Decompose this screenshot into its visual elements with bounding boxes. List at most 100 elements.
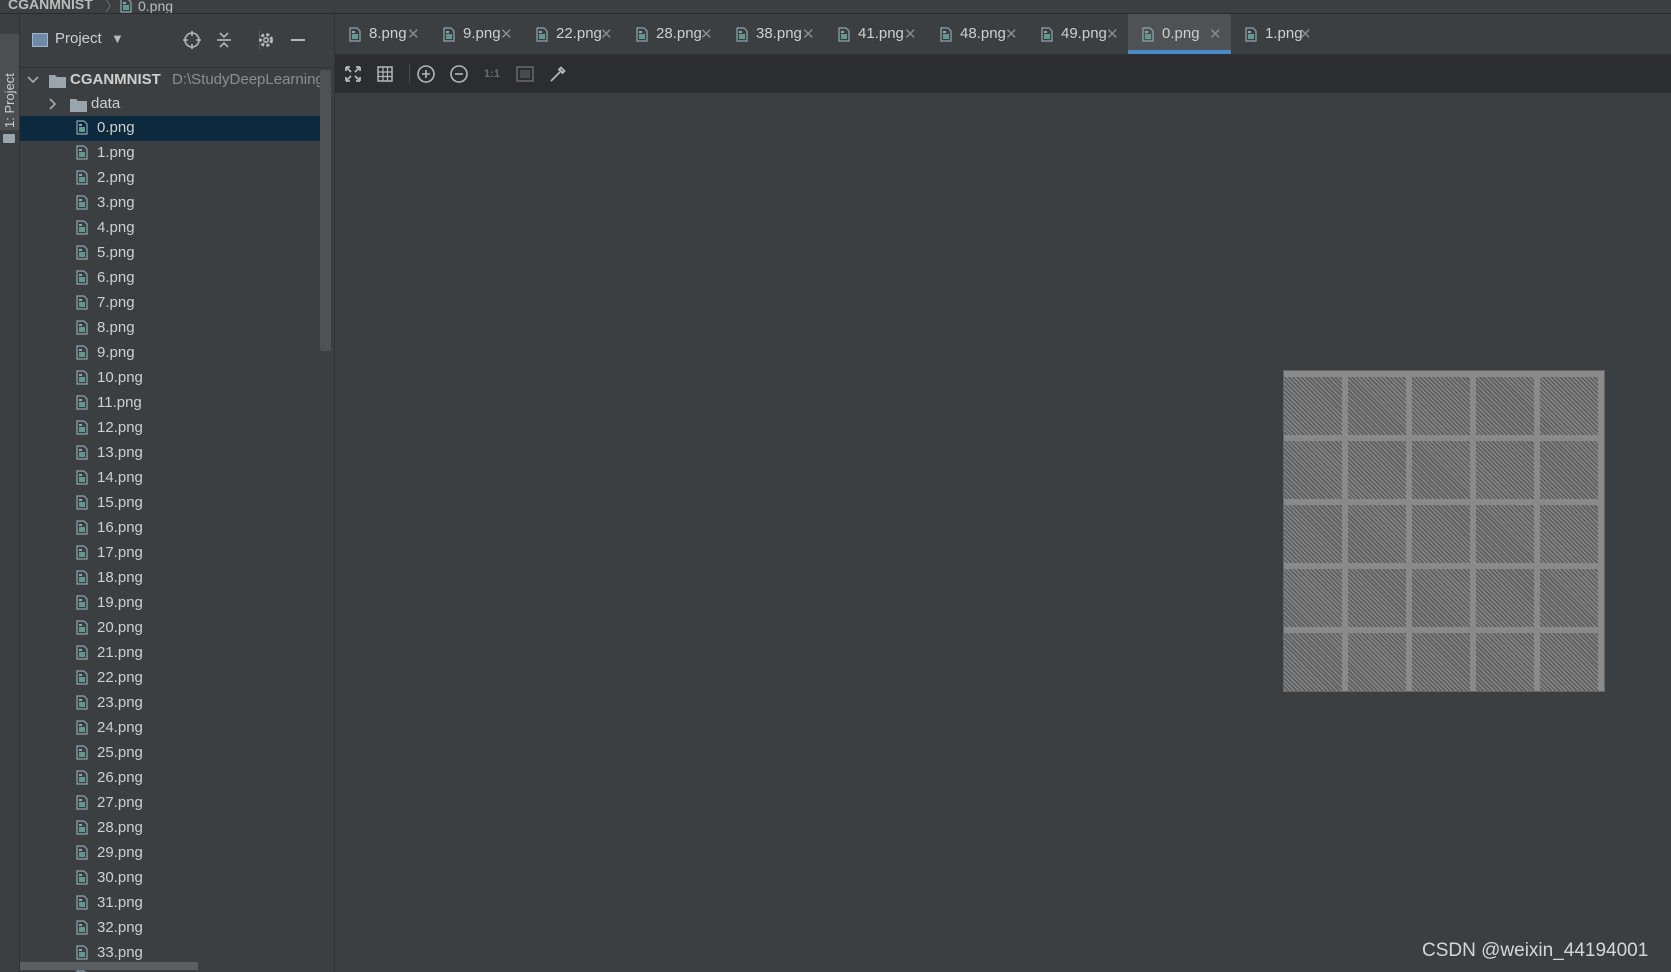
tree-file-label: 22.png <box>97 669 143 686</box>
png-file-icon <box>636 27 648 42</box>
tree-file-label: 31.png <box>97 894 143 911</box>
tree-file-item[interactable]: 8.png <box>20 316 320 341</box>
fit-to-window-icon[interactable] <box>341 62 365 86</box>
png-file-icon <box>76 720 88 735</box>
tree-file-item[interactable]: 25.png <box>20 741 320 766</box>
close-icon[interactable]: ✕ <box>407 25 420 43</box>
tree-root-cganmnist[interactable]: CGANMNIST D:\StudyDeepLearning\ <box>20 68 328 93</box>
chevron-down-icon[interactable]: ▼ <box>111 31 124 46</box>
tree-file-item[interactable]: 24.png <box>20 716 320 741</box>
editor-tab[interactable]: 49.png ✕ <box>1027 14 1128 54</box>
png-file-icon <box>76 145 88 160</box>
chevron-down-icon[interactable] <box>26 71 40 89</box>
tree-file-item[interactable]: 30.png <box>20 866 320 891</box>
background-icon[interactable] <box>513 62 537 86</box>
close-icon[interactable]: ✕ <box>1299 25 1312 43</box>
close-icon[interactable]: ✕ <box>1209 25 1222 43</box>
tree-file-item[interactable]: 14.png <box>20 466 320 491</box>
breadcrumb-file-label: 0.png <box>138 0 174 14</box>
tree-file-item[interactable]: 22.png <box>20 666 320 691</box>
tree-file-item[interactable]: 29.png <box>20 841 320 866</box>
tree-file-item[interactable]: 31.png <box>20 891 320 916</box>
tree-file-item[interactable]: 6.png <box>20 266 320 291</box>
project-view-selector[interactable]: Project <box>55 30 102 47</box>
tree-file-item[interactable]: 2.png <box>20 166 320 191</box>
editor-tab[interactable]: 1.png ✕ <box>1231 14 1321 54</box>
breadcrumb-file[interactable]: 0.png <box>120 0 174 14</box>
tree-file-label: 5.png <box>97 244 135 261</box>
grid-icon[interactable] <box>373 62 397 86</box>
zoom-out-icon[interactable] <box>447 62 471 86</box>
tree-file-item[interactable]: 21.png <box>20 641 320 666</box>
tree-file-item[interactable]: 15.png <box>20 491 320 516</box>
tab-label: 22.png <box>556 25 602 42</box>
png-file-icon <box>76 295 88 310</box>
hide-icon[interactable] <box>286 28 310 52</box>
tree-file-item[interactable]: 9.png <box>20 341 320 366</box>
png-file-icon <box>76 795 88 810</box>
png-file-icon <box>76 370 88 385</box>
collapse-all-icon[interactable] <box>212 28 236 52</box>
tree-file-item[interactable]: 16.png <box>20 516 320 541</box>
tree-file-item[interactable]: 11.png <box>20 391 320 416</box>
breadcrumb-root[interactable]: CGANMNIST <box>8 0 93 12</box>
horizontal-scrollbar[interactable] <box>20 962 198 970</box>
tree-file-item[interactable]: 17.png <box>20 541 320 566</box>
tab-label: 1.png <box>1265 25 1303 42</box>
close-icon[interactable]: ✕ <box>1106 25 1119 43</box>
tree-file-label: 4.png <box>97 219 135 236</box>
editor-tab[interactable]: 38.png ✕ <box>722 14 824 54</box>
settings-gear-icon[interactable] <box>254 28 278 52</box>
editor-tab[interactable]: 41.png ✕ <box>824 14 926 54</box>
tree-file-item[interactable]: 5.png <box>20 241 320 266</box>
png-file-icon <box>76 920 88 935</box>
tree-file-item[interactable]: 12.png <box>20 416 320 441</box>
project-tool-window-button[interactable]: 1: Project <box>0 34 19 143</box>
actual-size-label: 1:1 <box>484 68 500 80</box>
editor-tab[interactable]: 0.png ✕ <box>1128 14 1231 54</box>
locate-icon[interactable] <box>180 28 204 52</box>
tab-label: 28.png <box>656 25 702 42</box>
editor-tab[interactable]: 8.png ✕ <box>335 14 429 54</box>
image-viewer-toolbar: 1:1 <box>335 55 1671 93</box>
close-icon[interactable]: ✕ <box>1005 25 1018 43</box>
tree-file-item[interactable]: 18.png <box>20 566 320 591</box>
png-file-icon <box>76 595 88 610</box>
chevron-right-icon[interactable] <box>46 95 60 113</box>
editor-tab[interactable]: 22.png ✕ <box>522 14 622 54</box>
tree-file-label: 24.png <box>97 719 143 736</box>
tree-file-item[interactable]: 32.png <box>20 916 320 941</box>
close-icon[interactable]: ✕ <box>802 25 815 43</box>
png-file-icon <box>76 620 88 635</box>
project-panel: Project ▼ CGANMNIST D:\StudyDeepLearning… <box>20 14 335 972</box>
tree-file-item[interactable]: 28.png <box>20 816 320 841</box>
close-icon[interactable]: ✕ <box>904 25 917 43</box>
png-file-icon <box>76 420 88 435</box>
color-picker-icon[interactable] <box>546 62 570 86</box>
editor-tab[interactable]: 28.png ✕ <box>622 14 722 54</box>
close-icon[interactable]: ✕ <box>700 25 713 43</box>
tree-file-item[interactable]: 27.png <box>20 791 320 816</box>
tree-file-item[interactable]: 23.png <box>20 691 320 716</box>
tree-file-item[interactable]: 1.png <box>20 141 320 166</box>
png-file-icon <box>1245 27 1257 42</box>
tree-file-label: 16.png <box>97 519 143 536</box>
actual-size-icon[interactable]: 1:1 <box>480 62 504 86</box>
tree-file-item[interactable]: 20.png <box>20 616 320 641</box>
tree-file-item[interactable]: 0.png <box>20 116 320 141</box>
tree-file-item[interactable]: 13.png <box>20 441 320 466</box>
tree-file-item[interactable]: 26.png <box>20 766 320 791</box>
editor-tab[interactable]: 48.png ✕ <box>926 14 1027 54</box>
close-icon[interactable]: ✕ <box>600 25 613 43</box>
tree-file-label: 15.png <box>97 494 143 511</box>
tree-file-item[interactable]: 10.png <box>20 366 320 391</box>
tree-file-item[interactable]: 4.png <box>20 216 320 241</box>
tree-file-item[interactable]: 19.png <box>20 591 320 616</box>
close-icon[interactable]: ✕ <box>500 25 513 43</box>
tree-folder-data[interactable]: data <box>20 92 320 117</box>
zoom-in-icon[interactable] <box>414 62 438 86</box>
tree-file-item[interactable]: 3.png <box>20 191 320 216</box>
editor-tab[interactable]: 9.png ✕ <box>429 14 522 54</box>
vertical-scrollbar[interactable] <box>320 70 331 351</box>
tree-file-item[interactable]: 7.png <box>20 291 320 316</box>
